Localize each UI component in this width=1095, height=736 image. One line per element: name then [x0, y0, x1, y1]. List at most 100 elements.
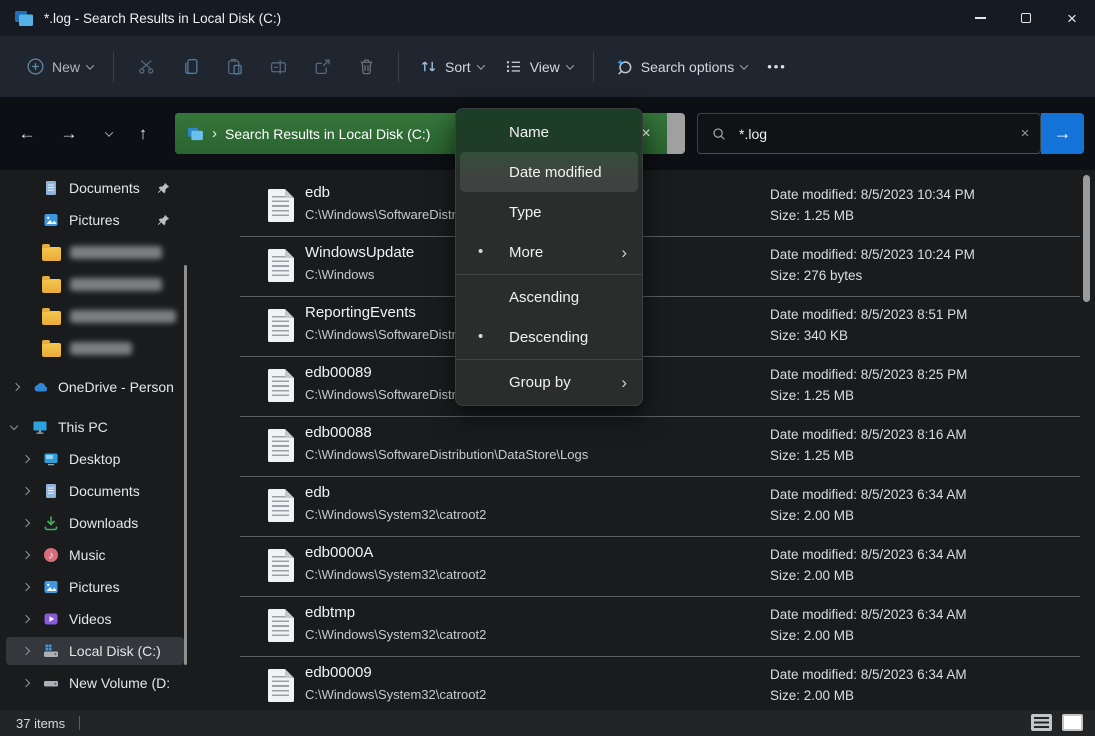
delete-button[interactable] — [344, 49, 388, 85]
sort-arrows-icon — [419, 57, 438, 76]
file-row[interactable]: edb C:\Windows\System32\catroot2 Date mo… — [210, 477, 1095, 537]
item-count: 37 items — [16, 716, 65, 731]
search-results-folder-icon — [14, 10, 34, 27]
file-size: Size: 1.25 MB — [770, 448, 854, 463]
sort-menu-item-ascending[interactable]: Ascending — [456, 277, 642, 317]
collapse-chevron-icon[interactable] — [10, 422, 18, 430]
sidebar-item-pictures[interactable]: Pictures — [0, 571, 200, 603]
sidebar-item-onedrive[interactable]: OneDrive - Person — [0, 371, 200, 403]
expand-chevron-icon[interactable] — [22, 583, 30, 591]
file-name: edb — [305, 484, 330, 501]
breadcrumb-chevron-icon: › — [212, 125, 217, 142]
sort-button[interactable]: Sort — [409, 50, 494, 83]
sort-menu-item-date-modified[interactable]: Date modified — [460, 152, 638, 192]
breadcrumb: Search Results in Local Disk (C:) — [225, 126, 430, 142]
view-button[interactable]: View — [494, 50, 583, 83]
search-input[interactable] — [739, 126, 1010, 142]
expand-chevron-icon[interactable] — [22, 679, 30, 687]
sidebar-item-redacted-folder[interactable] — [0, 268, 200, 300]
log-file-icon — [268, 249, 294, 282]
expand-chevron-icon[interactable] — [22, 551, 30, 559]
sidebar-item-pictures-pinned[interactable]: Pictures — [0, 204, 200, 236]
sort-menu-item-name[interactable]: Name — [456, 112, 642, 152]
search-options-button[interactable]: Search options — [604, 50, 757, 84]
this-pc-monitor-icon — [31, 418, 49, 436]
minimize-icon — [975, 17, 986, 18]
sidebar-item-redacted-folder[interactable] — [0, 236, 200, 268]
file-row[interactable]: edb00009 C:\Windows\System32\catroot2 Da… — [210, 657, 1095, 710]
new-button[interactable]: New — [16, 50, 103, 83]
details-view-button[interactable] — [1031, 714, 1052, 731]
menu-item-label: Date modified — [509, 164, 602, 181]
sidebar-item-downloads[interactable]: Downloads — [0, 507, 200, 539]
file-size: Size: 340 KB — [770, 328, 848, 343]
expand-chevron-icon[interactable] — [22, 519, 30, 527]
sort-menu-item-type[interactable]: Type — [456, 192, 642, 232]
sort-menu-item-more[interactable]: • More › — [456, 232, 642, 272]
sidebar-item-documents-pinned[interactable]: Documents — [0, 172, 200, 204]
folder-icon — [42, 343, 61, 357]
file-date-modified: Date modified: 8/5/2023 8:25 PM — [770, 367, 967, 382]
file-list-scrollbar[interactable] — [1083, 175, 1090, 302]
sidebar-item-label: New Volume (D: — [69, 675, 170, 691]
file-row[interactable]: edb0000A C:\Windows\System32\catroot2 Da… — [210, 537, 1095, 597]
sidebar-item-music[interactable]: ♪ Music — [0, 539, 200, 571]
expand-chevron-icon[interactable] — [22, 647, 30, 655]
file-size: Size: 2.00 MB — [770, 628, 854, 643]
file-row[interactable]: ReportingEvents C:\Windows\SoftwareDistr… — [210, 297, 1095, 357]
file-row[interactable]: edb00089 C:\Windows\SoftwareDistribution… — [210, 357, 1095, 417]
sort-menu-item-descending[interactable]: • Descending — [456, 317, 642, 357]
pin-icon — [156, 181, 171, 196]
file-row[interactable]: WindowsUpdate C:\Windows Date modified: … — [210, 237, 1095, 297]
rename-button[interactable] — [256, 49, 300, 85]
sidebar-item-videos[interactable]: Videos — [0, 603, 200, 635]
clear-search-icon[interactable]: × — [1010, 125, 1040, 142]
file-size: Size: 276 bytes — [770, 268, 862, 283]
file-explorer-window: *.log - Search Results in Local Disk (C:… — [0, 0, 1095, 736]
minimize-button[interactable] — [957, 0, 1003, 36]
toolbar-divider — [593, 52, 594, 82]
search-go-button[interactable]: → — [1041, 113, 1084, 154]
share-button[interactable] — [300, 49, 344, 85]
up-button[interactable]: ↑ — [128, 119, 158, 149]
sidebar-item-new-volume-d[interactable]: New Volume (D: — [0, 667, 200, 699]
copy-button[interactable] — [168, 49, 212, 85]
expand-chevron-icon[interactable] — [22, 487, 30, 495]
paste-button[interactable] — [212, 49, 256, 85]
maximize-button[interactable] — [1003, 0, 1049, 36]
sidebar-scrollbar[interactable] — [184, 265, 187, 665]
search-box[interactable]: × — [697, 113, 1041, 154]
recent-locations-button[interactable] — [94, 119, 124, 149]
sidebar-item-documents[interactable]: Documents — [0, 475, 200, 507]
expand-chevron-icon[interactable] — [22, 455, 30, 463]
sidebar-item-this-pc[interactable]: This PC — [0, 411, 200, 443]
folder-icon — [42, 311, 61, 325]
large-icons-view-button[interactable] — [1062, 714, 1083, 731]
file-row[interactable]: edbtmp C:\Windows\System32\catroot2 Date… — [210, 597, 1095, 657]
expand-chevron-icon[interactable] — [22, 615, 30, 623]
cut-button[interactable] — [124, 49, 168, 85]
sidebar-item-redacted-folder[interactable] — [0, 300, 200, 332]
title-bar: *.log - Search Results in Local Disk (C:… — [0, 0, 1095, 36]
file-row[interactable]: edb00088 C:\Windows\SoftwareDistribution… — [210, 417, 1095, 477]
file-path: C:\Windows\System32\catroot2 — [305, 567, 486, 582]
sidebar-item-redacted-folder[interactable] — [0, 332, 200, 364]
paste-clipboard-icon — [225, 57, 244, 76]
sidebar-item-desktop[interactable]: Desktop — [0, 443, 200, 475]
search-options-icon — [614, 57, 634, 77]
file-name: edbtmp — [305, 604, 355, 621]
sidebar-item-label: Music — [69, 547, 106, 563]
sidebar-item-local-disk-c[interactable]: Local Disk (C:) — [0, 635, 200, 667]
expand-chevron-icon[interactable] — [12, 383, 20, 391]
close-button[interactable]: × — [1049, 0, 1095, 36]
sort-menu-item-group-by[interactable]: Group by › — [456, 362, 642, 402]
see-more-button[interactable]: ••• — [757, 59, 797, 74]
file-row[interactable]: edb C:\Windows\SoftwareDistribution\Data… — [210, 177, 1095, 237]
back-button[interactable]: ← — [12, 119, 42, 149]
sidebar-item-label: This PC — [58, 419, 108, 435]
file-date-modified: Date modified: 8/5/2023 10:24 PM — [770, 247, 975, 262]
file-path: C:\Windows — [305, 267, 374, 282]
file-name: edb00088 — [305, 424, 372, 441]
documents-icon — [42, 482, 60, 500]
forward-button[interactable]: → — [54, 119, 84, 149]
